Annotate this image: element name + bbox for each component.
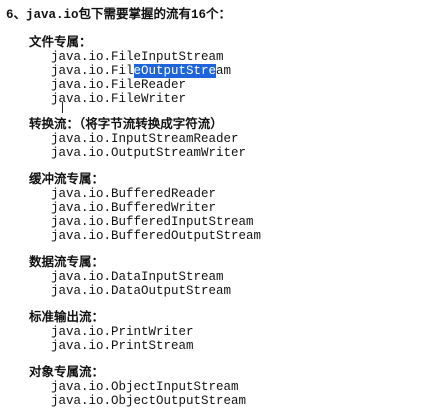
- list-item[interactable]: java.io.DataOutputStream: [51, 284, 231, 298]
- list-item[interactable]: java.io.BufferedWriter: [51, 201, 216, 215]
- section-title-file: 文件专属：: [29, 36, 92, 50]
- list-item[interactable]: java.io.DataInputStream: [51, 270, 224, 284]
- text-selection-highlight[interactable]: eOutputStre: [133, 64, 217, 78]
- list-item[interactable]: java.io.FileInputStream: [51, 50, 224, 64]
- list-item[interactable]: java.io.ObjectOutputStream: [51, 394, 246, 408]
- text-cursor-ibeam: [62, 102, 63, 113]
- list-item[interactable]: java.io.BufferedReader: [51, 187, 216, 201]
- text-after-selection: am: [216, 64, 232, 78]
- list-item[interactable]: java.io.OutputStreamWriter: [51, 146, 246, 160]
- list-item[interactable]: java.io.InputStreamReader: [51, 132, 239, 146]
- text-before-selection: java.io.Fil: [51, 64, 134, 78]
- section-title-object: 对象专属流：: [29, 366, 105, 380]
- list-item-selected-text[interactable]: java.io.FileOutputStream: [51, 64, 231, 78]
- list-item[interactable]: java.io.FileWriter: [51, 92, 186, 106]
- list-item[interactable]: java.io.PrintStream: [51, 339, 194, 353]
- section-title-conversion: 转换流：（将字节流转换成字符流）: [29, 118, 223, 132]
- list-item[interactable]: java.io.BufferedInputStream: [51, 215, 254, 229]
- list-item[interactable]: java.io.FileReader: [51, 78, 186, 92]
- list-item[interactable]: java.io.PrintWriter: [51, 325, 194, 339]
- section-title-data: 数据流专属：: [29, 256, 105, 270]
- section-title-standard-output: 标准输出流：: [29, 311, 105, 325]
- page-heading: 6、java.io包下需要掌握的流有16个：: [6, 8, 232, 22]
- list-item[interactable]: java.io.BufferedOutputStream: [51, 229, 261, 243]
- list-item[interactable]: java.io.ObjectInputStream: [51, 380, 239, 394]
- section-title-buffered: 缓冲流专属：: [29, 173, 105, 187]
